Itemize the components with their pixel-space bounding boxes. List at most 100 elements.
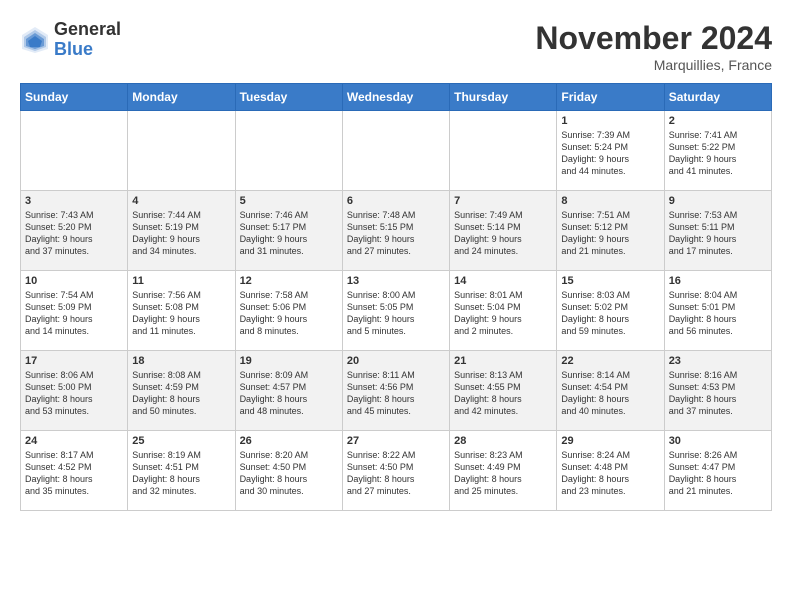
day-cell: 21 Sunrise: 8:13 AM Sunset: 4:55 PM Dayli… bbox=[450, 351, 557, 431]
day-info: Sunrise: 8:03 AM Sunset: 5:02 PM Dayligh… bbox=[561, 289, 659, 338]
location: Marquillies, France bbox=[535, 57, 772, 73]
day-cell: 17 Sunrise: 8:06 AM Sunset: 5:00 PM Dayli… bbox=[21, 351, 128, 431]
col-friday: Friday bbox=[557, 84, 664, 111]
day-number: 15 bbox=[561, 275, 659, 287]
day-number: 16 bbox=[669, 275, 767, 287]
day-cell: 25 Sunrise: 8:19 AM Sunset: 4:51 PM Dayli… bbox=[128, 431, 235, 511]
day-info: Sunrise: 8:04 AM Sunset: 5:01 PM Dayligh… bbox=[669, 289, 767, 338]
logo-text: General Blue bbox=[54, 20, 121, 60]
col-wednesday: Wednesday bbox=[342, 84, 449, 111]
calendar-header: Sunday Monday Tuesday Wednesday Thursday… bbox=[21, 84, 772, 111]
day-info: Sunrise: 7:51 AM Sunset: 5:12 PM Dayligh… bbox=[561, 209, 659, 258]
day-cell: 7 Sunrise: 7:49 AM Sunset: 5:14 PM Daylig… bbox=[450, 191, 557, 271]
day-cell: 12 Sunrise: 7:58 AM Sunset: 5:06 PM Dayli… bbox=[235, 271, 342, 351]
day-info: Sunrise: 8:22 AM Sunset: 4:50 PM Dayligh… bbox=[347, 449, 445, 498]
day-info: Sunrise: 8:26 AM Sunset: 4:47 PM Dayligh… bbox=[669, 449, 767, 498]
day-number: 4 bbox=[132, 195, 230, 207]
day-number: 23 bbox=[669, 355, 767, 367]
day-number: 24 bbox=[25, 435, 123, 447]
week-row-1: 1 Sunrise: 7:39 AM Sunset: 5:24 PM Daylig… bbox=[21, 111, 772, 191]
day-number: 28 bbox=[454, 435, 552, 447]
col-thursday: Thursday bbox=[450, 84, 557, 111]
col-tuesday: Tuesday bbox=[235, 84, 342, 111]
day-info: Sunrise: 7:44 AM Sunset: 5:19 PM Dayligh… bbox=[132, 209, 230, 258]
day-number: 5 bbox=[240, 195, 338, 207]
day-cell: 2Sunrise: 7:41 AM Sunset: 5:22 PM Daylig… bbox=[664, 111, 771, 191]
day-cell: 29 Sunrise: 8:24 AM Sunset: 4:48 PM Dayli… bbox=[557, 431, 664, 511]
day-cell: 11 Sunrise: 7:56 AM Sunset: 5:08 PM Dayli… bbox=[128, 271, 235, 351]
col-monday: Monday bbox=[128, 84, 235, 111]
day-cell: 14 Sunrise: 8:01 AM Sunset: 5:04 PM Dayli… bbox=[450, 271, 557, 351]
day-cell: 3Sunrise: 7:43 AM Sunset: 5:20 PM Daylig… bbox=[21, 191, 128, 271]
day-cell: 15 Sunrise: 8:03 AM Sunset: 5:02 PM Dayli… bbox=[557, 271, 664, 351]
day-info: Sunrise: 7:56 AM Sunset: 5:08 PM Dayligh… bbox=[132, 289, 230, 338]
page: General Blue November 2024 Marquillies, … bbox=[0, 0, 792, 521]
day-info: Sunrise: 8:14 AM Sunset: 4:54 PM Dayligh… bbox=[561, 369, 659, 418]
day-cell: 19Sunrise: 8:09 AM Sunset: 4:57 PM Dayli… bbox=[235, 351, 342, 431]
day-cell: 1 Sunrise: 7:39 AM Sunset: 5:24 PM Daylig… bbox=[557, 111, 664, 191]
month-title: November 2024 bbox=[535, 20, 772, 57]
logo-blue-text: Blue bbox=[54, 40, 121, 60]
day-info: Sunrise: 7:49 AM Sunset: 5:14 PM Dayligh… bbox=[454, 209, 552, 258]
day-cell: 10Sunrise: 7:54 AM Sunset: 5:09 PM Dayli… bbox=[21, 271, 128, 351]
day-number: 1 bbox=[561, 115, 659, 127]
day-info: Sunrise: 8:20 AM Sunset: 4:50 PM Dayligh… bbox=[240, 449, 338, 498]
logo: General Blue bbox=[20, 20, 121, 60]
day-number: 10 bbox=[25, 275, 123, 287]
logo-icon bbox=[20, 25, 50, 55]
header: General Blue November 2024 Marquillies, … bbox=[20, 20, 772, 73]
day-info: Sunrise: 8:17 AM Sunset: 4:52 PM Dayligh… bbox=[25, 449, 123, 498]
day-number: 12 bbox=[240, 275, 338, 287]
calendar-table: Sunday Monday Tuesday Wednesday Thursday… bbox=[20, 83, 772, 511]
day-number: 20 bbox=[347, 355, 445, 367]
day-info: Sunrise: 7:53 AM Sunset: 5:11 PM Dayligh… bbox=[669, 209, 767, 258]
col-saturday: Saturday bbox=[664, 84, 771, 111]
day-info: Sunrise: 7:58 AM Sunset: 5:06 PM Dayligh… bbox=[240, 289, 338, 338]
day-info: Sunrise: 8:00 AM Sunset: 5:05 PM Dayligh… bbox=[347, 289, 445, 338]
header-row: Sunday Monday Tuesday Wednesday Thursday… bbox=[21, 84, 772, 111]
day-cell bbox=[235, 111, 342, 191]
day-cell: 24 Sunrise: 8:17 AM Sunset: 4:52 PM Dayli… bbox=[21, 431, 128, 511]
title-area: November 2024 Marquillies, France bbox=[535, 20, 772, 73]
day-cell: 30 Sunrise: 8:26 AM Sunset: 4:47 PM Dayli… bbox=[664, 431, 771, 511]
day-cell: 13 Sunrise: 8:00 AM Sunset: 5:05 PM Dayli… bbox=[342, 271, 449, 351]
day-number: 29 bbox=[561, 435, 659, 447]
week-row-2: 3Sunrise: 7:43 AM Sunset: 5:20 PM Daylig… bbox=[21, 191, 772, 271]
day-info: Sunrise: 8:19 AM Sunset: 4:51 PM Dayligh… bbox=[132, 449, 230, 498]
day-number: 21 bbox=[454, 355, 552, 367]
day-number: 8 bbox=[561, 195, 659, 207]
day-info: Sunrise: 8:06 AM Sunset: 5:00 PM Dayligh… bbox=[25, 369, 123, 418]
day-cell: 4 Sunrise: 7:44 AM Sunset: 5:19 PM Daylig… bbox=[128, 191, 235, 271]
day-info: Sunrise: 8:01 AM Sunset: 5:04 PM Dayligh… bbox=[454, 289, 552, 338]
day-cell: 8 Sunrise: 7:51 AM Sunset: 5:12 PM Daylig… bbox=[557, 191, 664, 271]
day-info: Sunrise: 8:24 AM Sunset: 4:48 PM Dayligh… bbox=[561, 449, 659, 498]
day-number: 14 bbox=[454, 275, 552, 287]
day-cell: 5Sunrise: 7:46 AM Sunset: 5:17 PM Daylig… bbox=[235, 191, 342, 271]
day-info: Sunrise: 7:48 AM Sunset: 5:15 PM Dayligh… bbox=[347, 209, 445, 258]
day-number: 3 bbox=[25, 195, 123, 207]
day-cell: 26 Sunrise: 8:20 AM Sunset: 4:50 PM Dayli… bbox=[235, 431, 342, 511]
day-cell bbox=[21, 111, 128, 191]
day-cell: 22 Sunrise: 8:14 AM Sunset: 4:54 PM Dayli… bbox=[557, 351, 664, 431]
week-row-4: 17 Sunrise: 8:06 AM Sunset: 5:00 PM Dayli… bbox=[21, 351, 772, 431]
day-info: Sunrise: 8:23 AM Sunset: 4:49 PM Dayligh… bbox=[454, 449, 552, 498]
day-number: 11 bbox=[132, 275, 230, 287]
day-info: Sunrise: 7:39 AM Sunset: 5:24 PM Dayligh… bbox=[561, 129, 659, 178]
day-cell: 18Sunrise: 8:08 AM Sunset: 4:59 PM Dayli… bbox=[128, 351, 235, 431]
week-row-3: 10Sunrise: 7:54 AM Sunset: 5:09 PM Dayli… bbox=[21, 271, 772, 351]
day-info: Sunrise: 8:16 AM Sunset: 4:53 PM Dayligh… bbox=[669, 369, 767, 418]
day-number: 30 bbox=[669, 435, 767, 447]
col-sunday: Sunday bbox=[21, 84, 128, 111]
day-number: 22 bbox=[561, 355, 659, 367]
day-info: Sunrise: 8:11 AM Sunset: 4:56 PM Dayligh… bbox=[347, 369, 445, 418]
day-number: 13 bbox=[347, 275, 445, 287]
day-info: Sunrise: 8:09 AM Sunset: 4:57 PM Dayligh… bbox=[240, 369, 338, 418]
day-cell: 16 Sunrise: 8:04 AM Sunset: 5:01 PM Dayli… bbox=[664, 271, 771, 351]
logo-general-text: General bbox=[54, 20, 121, 40]
day-number: 26 bbox=[240, 435, 338, 447]
day-number: 6 bbox=[347, 195, 445, 207]
day-number: 25 bbox=[132, 435, 230, 447]
day-number: 17 bbox=[25, 355, 123, 367]
day-number: 7 bbox=[454, 195, 552, 207]
day-info: Sunrise: 8:13 AM Sunset: 4:55 PM Dayligh… bbox=[454, 369, 552, 418]
